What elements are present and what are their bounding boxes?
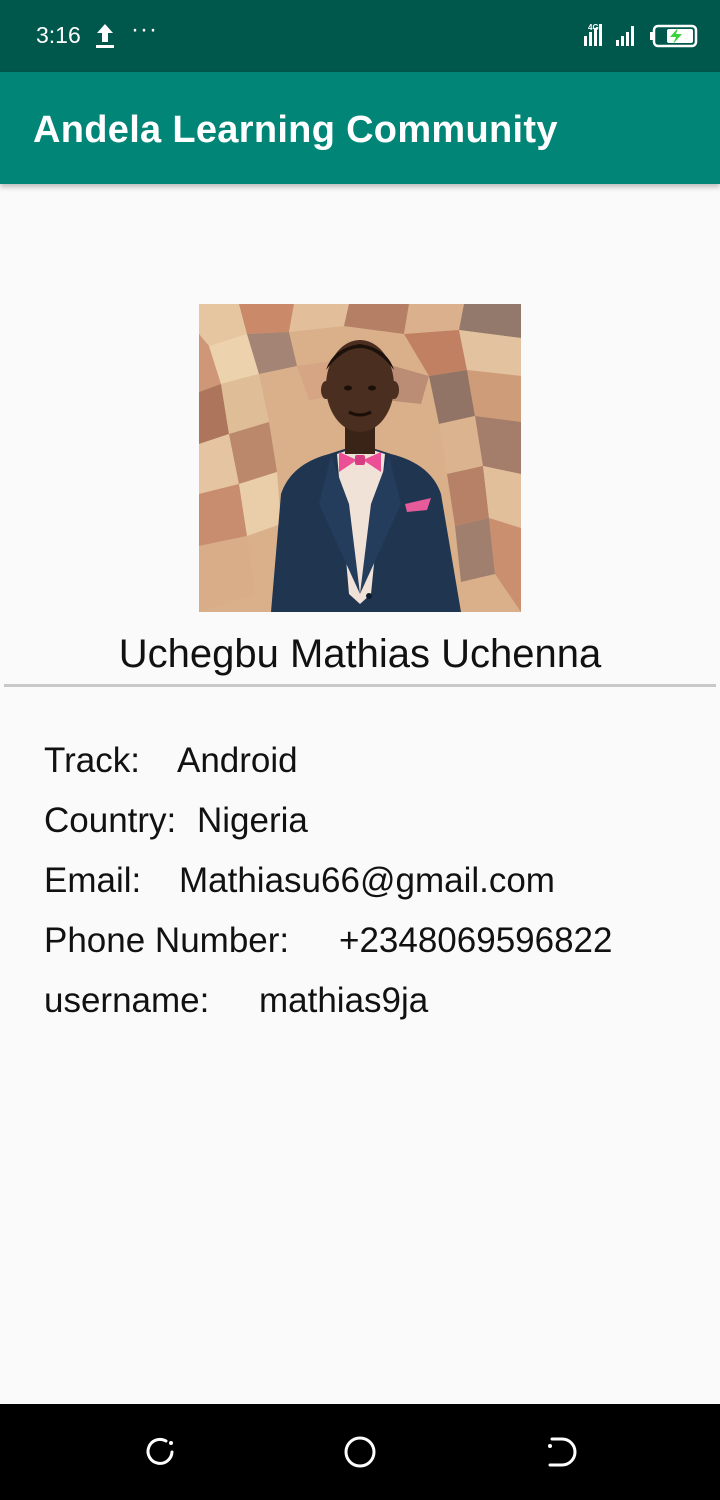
signal-icon: 4G <box>584 23 634 46</box>
back-icon[interactable] <box>542 1434 578 1470</box>
battery-charging-icon <box>650 24 698 48</box>
network-type-label: 4G <box>588 23 599 32</box>
app-title: Andela Learning Community <box>33 109 558 151</box>
profile-photo <box>199 304 521 612</box>
upload-arrow-icon <box>96 24 114 48</box>
detail-label: Email: <box>44 861 142 900</box>
status-bar: 3:16 ··· 4G <box>0 0 720 72</box>
status-time: 3:16 <box>36 22 81 48</box>
recent-apps-icon[interactable] <box>142 1434 178 1470</box>
detail-label: Track: <box>44 741 140 780</box>
detail-value: Mathiasu66@gmail.com <box>179 861 555 900</box>
more-dots-icon: ··· <box>131 16 158 43</box>
home-circle-icon[interactable] <box>342 1434 378 1470</box>
divider <box>4 684 716 687</box>
detail-value: +2348069596822 <box>339 921 613 960</box>
detail-value: Android <box>177 741 298 780</box>
detail-label: Country: <box>44 801 177 840</box>
detail-value: Nigeria <box>197 801 308 840</box>
profile-name: Uchegbu Mathias Uchenna <box>118 632 602 676</box>
detail-label: Phone Number: <box>44 921 290 960</box>
detail-label: username: <box>44 981 210 1020</box>
profile-photo-illustration <box>199 304 521 612</box>
detail-value: mathias9ja <box>259 981 429 1020</box>
